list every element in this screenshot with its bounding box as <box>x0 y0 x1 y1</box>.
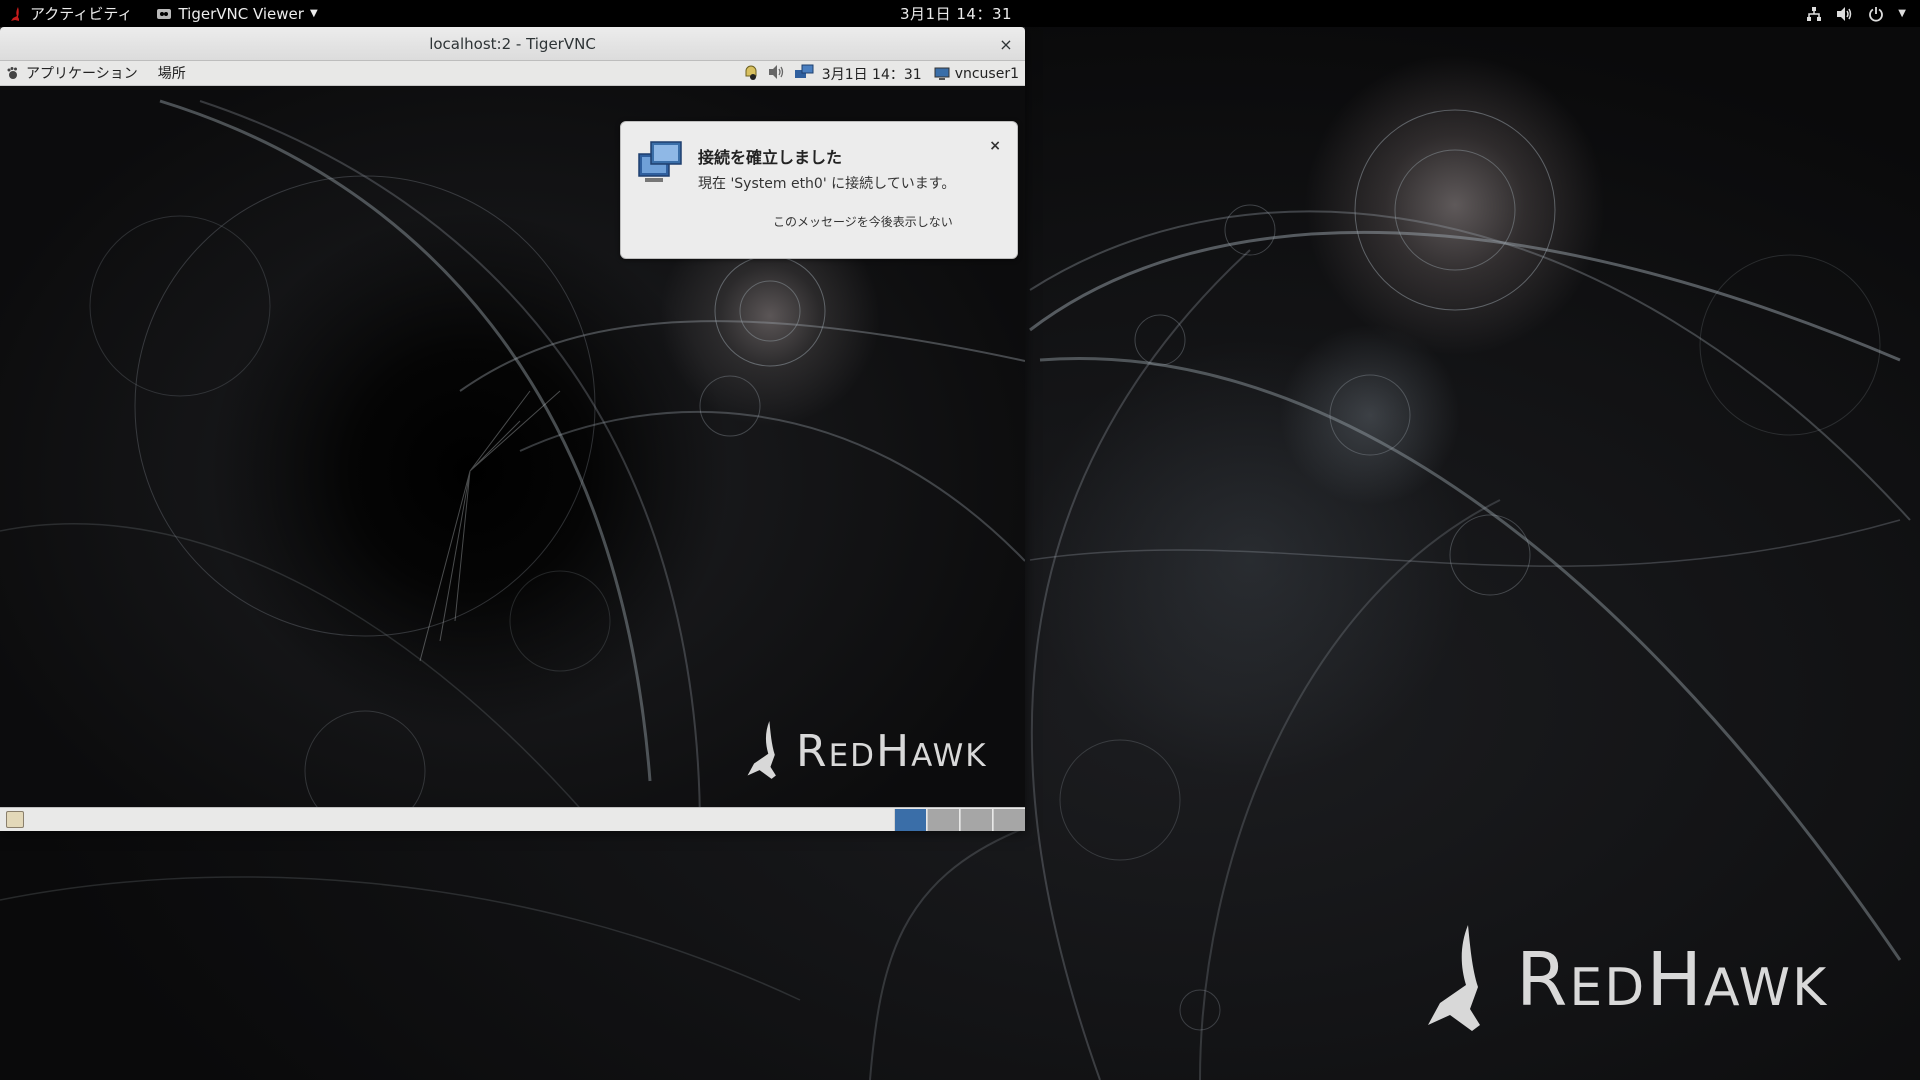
app-menu-button[interactable]: TigerVNC Viewer ▼ <box>148 0 325 27</box>
applications-label: アプリケーション <box>26 66 138 82</box>
applications-menu[interactable]: アプリケーション <box>0 61 144 86</box>
redhawk-menu-icon <box>11 6 19 21</box>
remote-bottom-taskbar <box>0 807 1025 831</box>
show-desktop-icon[interactable] <box>6 811 24 828</box>
app-menu-label: TigerVNC Viewer <box>178 4 304 23</box>
chevron-down-icon[interactable]: ▼ <box>1898 8 1906 19</box>
close-icon: × <box>999 34 1013 54</box>
window-titlebar[interactable]: localhost:2 - TigerVNC × <box>0 27 1025 61</box>
volume-icon[interactable] <box>768 64 786 84</box>
close-button[interactable]: × <box>995 33 1017 55</box>
volume-icon[interactable] <box>1836 6 1854 22</box>
notification-bell-icon[interactable] <box>742 63 760 85</box>
notification-popup: 接続を確立しました 現在 'System eth0' に接続しています。 × こ… <box>620 121 1018 259</box>
workspace-1[interactable] <box>894 809 926 831</box>
remote-redhawk-wordmark: RedHawk <box>796 725 988 777</box>
system-tray[interactable]: ▼ <box>1806 0 1906 27</box>
remote-panel-tray: 3月1日 14：31 vncuser1 <box>742 61 1019 86</box>
network-connected-icon[interactable] <box>794 64 814 84</box>
activities-button[interactable]: アクティビティ <box>0 0 140 27</box>
network-icon[interactable] <box>1806 6 1822 22</box>
power-icon[interactable] <box>1868 6 1884 22</box>
close-icon: × <box>989 138 1001 154</box>
workspace-3[interactable] <box>960 809 992 831</box>
workspace-2[interactable] <box>927 809 959 831</box>
places-label: 場所 <box>157 66 186 82</box>
places-menu[interactable]: 場所 <box>152 61 192 86</box>
user-menu[interactable]: vncuser1 <box>934 66 1019 82</box>
top-bar: アクティビティ TigerVNC Viewer ▼ 3月1日 14：31 ▼ <box>0 0 1920 27</box>
redhawk-wordmark: RedHawk <box>1516 937 1829 1023</box>
hawk-icon <box>747 721 776 779</box>
remote-desktop-screen[interactable]: アプリケーション 場所 3月1日 14：31 vncuser1 接続を確立しまし… <box>0 61 1025 831</box>
chevron-down-icon: ▼ <box>309 8 318 19</box>
do-not-show-again-button[interactable]: このメッセージを今後表示しない <box>773 213 953 230</box>
remote-clock[interactable]: 3月1日 14：31 <box>822 64 922 84</box>
workspace-4[interactable] <box>993 809 1025 831</box>
hawk-icon <box>1428 925 1480 1031</box>
clock[interactable]: 3月1日 14：31 <box>900 0 1012 27</box>
redhawk-logo: RedHawk <box>1420 925 1828 1035</box>
user-label: vncuser1 <box>954 65 1019 82</box>
vnc-viewer-window: localhost:2 - TigerVNC × アプリケーション 場所 3月1… <box>0 27 1025 831</box>
remote-redhawk-logo: RedHawk <box>742 721 988 781</box>
activities-label: アクティビティ <box>30 5 133 23</box>
remote-top-panel: アプリケーション 場所 3月1日 14：31 vncuser1 <box>0 61 1025 86</box>
tigervnc-icon <box>157 8 172 19</box>
window-title: localhost:2 - TigerVNC <box>429 34 596 53</box>
network-notification-icon <box>637 140 685 188</box>
computer-icon <box>934 67 950 80</box>
gnome-foot-icon <box>7 67 17 79</box>
notification-close-button[interactable]: × <box>989 138 1001 154</box>
notification-title: 接続を確立しました <box>698 148 843 167</box>
notification-body: 現在 'System eth0' に接続しています。 <box>698 176 956 192</box>
